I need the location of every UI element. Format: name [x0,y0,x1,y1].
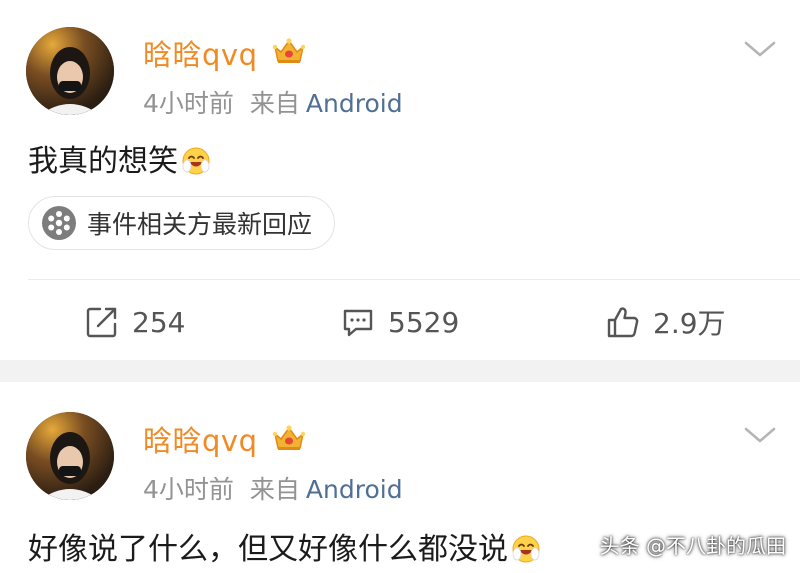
divider [28,279,800,280]
post-text-body: 我真的想笑 [28,144,178,179]
chevron-down-icon[interactable] [742,38,778,60]
comment-button[interactable]: 5529 [340,294,459,350]
repost-count: 254 [132,305,186,339]
avatar-image [26,412,114,500]
avatar[interactable] [26,27,114,115]
weibo-feed: 晗晗qvq 4小时前 来自 Android 我真的想笑 事件相关方最新回应 25… [0,0,800,573]
source-prefix: 来自 [249,89,300,118]
feed-separator [0,360,800,382]
username[interactable]: 晗晗qvq [143,418,257,460]
smile-emoji-icon [182,147,210,175]
post-meta: 4小时前 来自 Android [143,84,403,120]
post-time: 4小时前 [143,89,234,118]
post-time: 4小时前 [143,475,234,504]
source-device[interactable]: Android [306,89,403,118]
repost-button[interactable]: 254 [84,294,185,350]
avatar[interactable] [26,412,114,500]
vip-crown-icon [272,425,306,450]
like-icon [607,307,639,338]
post-text-body: 好像说了什么，但又好像什么都没说 [28,532,508,567]
chevron-down-icon[interactable] [742,424,778,446]
post-text: 我真的想笑 [28,136,212,180]
watermark: 头条 @不八卦的瓜田 [599,534,786,558]
comment-icon [343,309,373,337]
post-text: 好像说了什么，但又好像什么都没说 [28,524,542,568]
vip-crown-icon [272,38,306,63]
smile-emoji-icon [512,535,540,563]
username[interactable]: 晗晗qvq [143,32,257,74]
topic-chip-label: 事件相关方最新回应 [87,210,313,239]
like-button[interactable]: 2.9万 [605,294,726,350]
post-meta: 4小时前 来自 Android [143,470,403,506]
like-count: 2.9万 [653,307,726,340]
source-device[interactable]: Android [306,475,403,504]
action-bar: 254 5529 2.9万 [0,294,800,350]
post-card: 晗晗qvq 4小时前 来自 Android 我真的想笑 事件相关方最新回应 25… [0,0,800,360]
topic-chip[interactable]: 事件相关方最新回应 [28,196,336,250]
repost-icon [86,307,117,338]
topic-icon [42,206,76,240]
avatar-image [26,27,114,115]
comment-count: 5529 [388,305,460,339]
source-prefix: 来自 [249,475,300,504]
